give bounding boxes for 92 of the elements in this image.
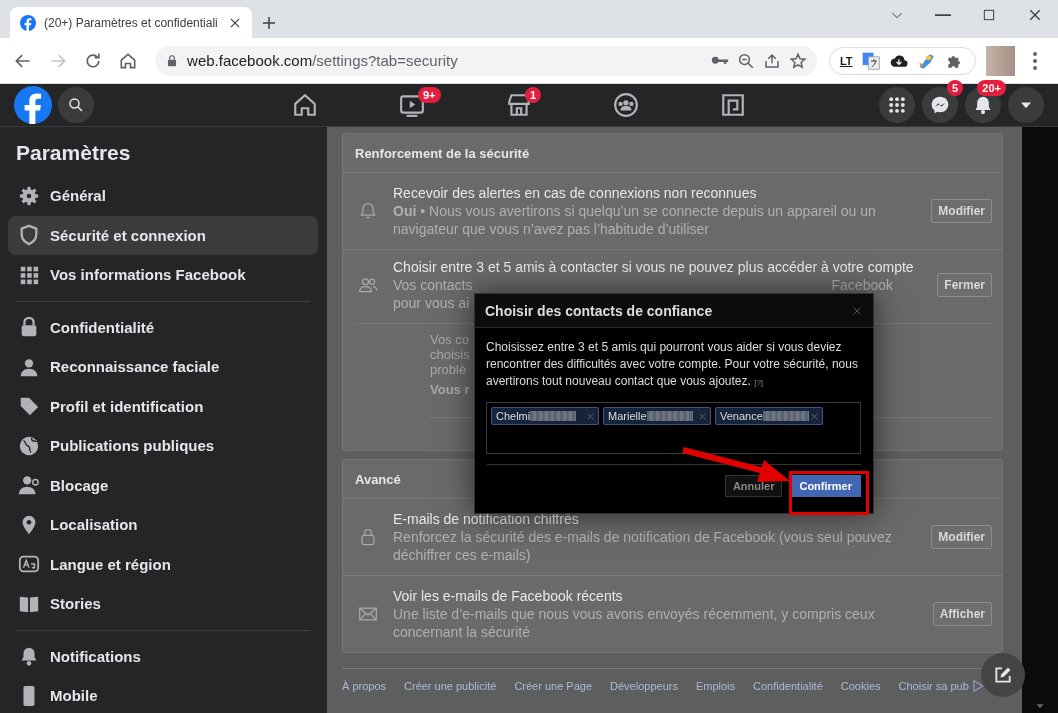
sidebar-item[interactable]: Langue et région <box>8 544 318 584</box>
close-button[interactable]: Fermer <box>937 273 992 297</box>
contact-token[interactable]: Venance <box>715 407 823 425</box>
shield-icon <box>18 224 40 247</box>
zoom-out-icon <box>736 51 755 70</box>
shop-icon <box>505 92 532 118</box>
remove-icon <box>698 411 707 421</box>
confirm-button[interactable]: Confirmer <box>790 475 861 497</box>
edit-button[interactable]: Modifier <box>931 199 992 223</box>
sidebar-title: Paramètres <box>16 141 132 165</box>
bell-icon <box>973 95 993 115</box>
contact-token[interactable]: Marielle <box>603 407 711 425</box>
star-icon <box>788 51 807 70</box>
new-tab-button[interactable] <box>260 14 278 32</box>
contact-token[interactable]: Chelmi <box>491 407 599 425</box>
video-screen-icon <box>398 92 425 118</box>
dialog-close-button[interactable] <box>851 304 863 317</box>
section-title: Avancé <box>355 471 401 487</box>
square-logo-icon <box>719 92 746 118</box>
setting-description: Facebook <box>831 276 893 294</box>
dots-grid-button[interactable] <box>879 87 915 123</box>
globe-icon <box>18 434 40 457</box>
person-icon <box>18 474 40 497</box>
share-icon <box>762 51 781 70</box>
contacts-field[interactable]: Chelmi Marielle Venance <box>486 402 861 454</box>
setting-description: Renforcez la sécurité des e-mails de notification de Facebook (vous seul pouvez déchiffrer ces e-mails) <box>393 528 893 564</box>
setting-title: Choisir entre 3 et 5 amis à contacter si vous ne pouvez plus accéder à votre compte <box>393 258 915 276</box>
key-icon <box>710 56 729 65</box>
sidebar-item[interactable]: Vos informations Facebook <box>8 255 318 295</box>
dots-grid-icon <box>887 95 907 115</box>
chat-bubble-icon <box>930 95 950 115</box>
sidebar-item[interactable]: Confidentialité <box>8 307 318 347</box>
gear-icon <box>18 184 40 207</box>
video-screen-tab[interactable]: 9+ <box>358 83 465 127</box>
setting-title: Voir les e-mails de Facebook récents <box>393 587 624 605</box>
dialog-text: Choisissez entre 3 et 5 amis qui pourront vous aider si vous deviez rencontrer des difficultés avec votre compte. Pour votre sécurité, nous avertirons tout nouveau contact que vous ajoutez. [?] <box>485 339 859 390</box>
close-icon <box>1027 7 1043 23</box>
play-triangle-icon <box>970 679 985 693</box>
redaction-mark <box>762 411 809 421</box>
sidebar-item[interactable]: Notifications <box>8 636 318 676</box>
pencil-icon <box>993 665 1013 685</box>
search-button[interactable] <box>58 87 94 123</box>
search-icon <box>67 96 85 114</box>
bell-icon <box>358 201 378 221</box>
minimize-icon <box>935 13 951 17</box>
sidebar-item[interactable]: Sécurité et connexion <box>8 215 318 255</box>
sidebar-item[interactable]: Général <box>8 176 318 216</box>
maximize-icon <box>981 7 997 23</box>
setting-description: Oui • Nous vous avertirons si quelqu’un se connecte depuis un appareil ou un navigateur que vous n’avez pas l’habitude d’utiliser <box>393 202 877 238</box>
browser-tab[interactable]: (20+) Paramètres et confidentiali <box>10 7 252 38</box>
remove-icon <box>810 411 819 421</box>
home-icon <box>291 92 318 118</box>
facebook-logo-icon <box>14 86 52 124</box>
setting-description: Vos contacts <box>393 276 473 294</box>
setting-description: pour vous ai <box>393 294 470 312</box>
detail-text: Vos co <box>430 332 470 347</box>
menu-icon <box>1033 51 1038 70</box>
count-badge: 9+ <box>418 86 441 103</box>
remove-icon <box>586 411 595 421</box>
edit-button[interactable]: Afficher <box>932 602 992 626</box>
count-badge: 1 <box>525 86 542 103</box>
people-circle-icon <box>612 92 639 118</box>
detail-text: problè <box>430 362 467 377</box>
sidebar-item[interactable]: Reconnaissance faciale <box>8 347 318 387</box>
scrollbar[interactable] <box>1022 127 1058 713</box>
shop-tab[interactable]: 1 <box>465 83 572 127</box>
logo-button[interactable] <box>14 86 52 124</box>
edit-button[interactable]: Modifier <box>931 525 992 549</box>
address-bar[interactable]: web.facebook.com/settings?tab=security <box>155 45 817 76</box>
redaction-mark <box>646 411 693 421</box>
setting-title: Recevoir des alertes en cas de connexions non reconnues <box>393 184 758 202</box>
detail-text: choisis <box>430 347 470 362</box>
people-icon <box>358 275 378 295</box>
extension-button[interactable]: LT <box>839 54 853 67</box>
close-icon <box>851 304 863 317</box>
sidebar-item[interactable]: Publications publiques <box>8 426 318 466</box>
tag-icon <box>18 395 40 418</box>
sidebar-item[interactable]: Mobile <box>8 676 318 713</box>
setting-description: Une liste d’e-mails que nous vous avons envoyés récemment, y compris ceux concernant la sécurité <box>393 605 876 641</box>
plus-icon <box>260 14 278 32</box>
sidebar-item[interactable]: Blocage <box>8 465 318 505</box>
caret-button[interactable] <box>1008 87 1044 123</box>
sidebar-item[interactable]: Profil et identification <box>8 386 318 426</box>
redaction-mark <box>530 411 577 421</box>
count-badge: 20+ <box>977 80 1006 96</box>
facebook-logo-icon <box>20 14 36 31</box>
sidebar-item[interactable]: Stories <box>8 584 318 624</box>
profile-avatar[interactable] <box>985 45 1015 76</box>
section-title: Renforcement de la sécurité <box>355 145 530 161</box>
translate-icon <box>860 50 881 71</box>
sidebar-item[interactable]: Localisation <box>8 505 318 545</box>
dialog-title: Choisir des contacts de confiance <box>485 302 713 319</box>
